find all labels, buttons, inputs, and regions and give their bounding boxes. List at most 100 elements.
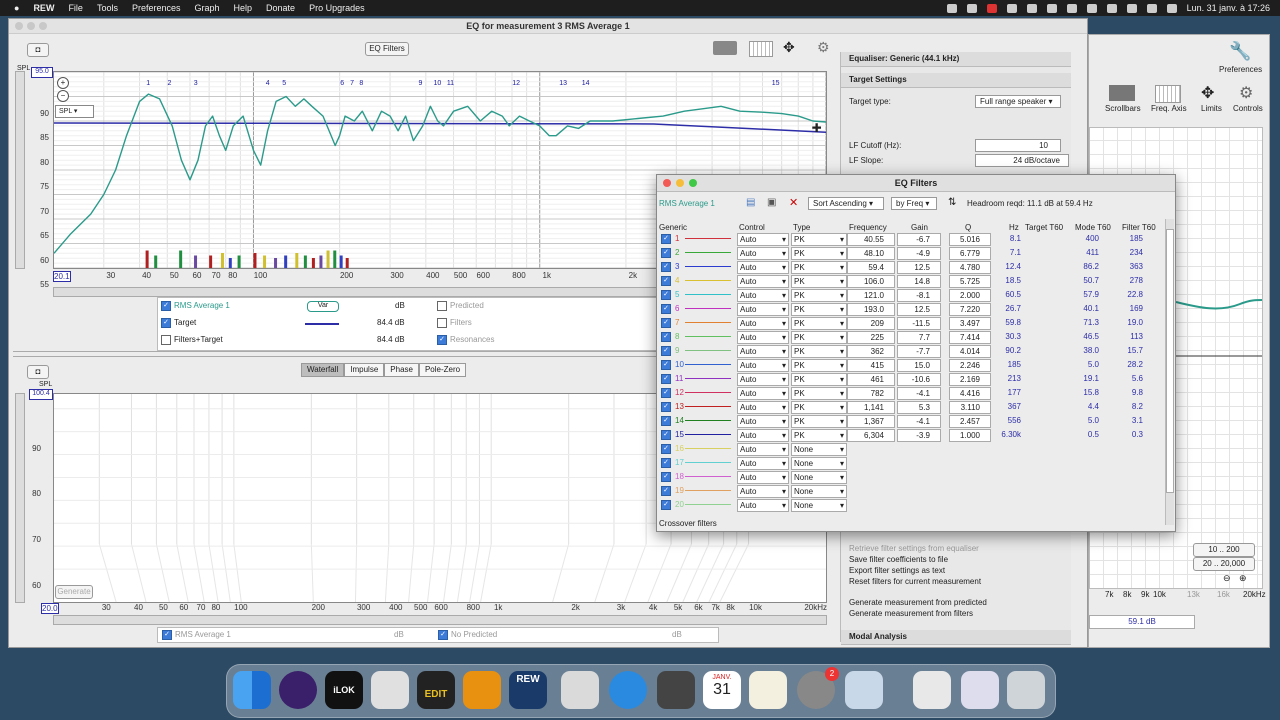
range-20-20000-button[interactable]: 20 .. 20,000 — [1193, 557, 1255, 571]
menu-help[interactable]: Help — [234, 3, 253, 13]
window-thumbnail-icon[interactable] — [961, 671, 999, 709]
menu-donate[interactable]: Donate — [266, 3, 295, 13]
filter-enable-checkbox[interactable]: ✓ — [661, 401, 671, 412]
type-select[interactable]: PK ▾ — [791, 401, 847, 414]
type-select[interactable]: PK ▾ — [791, 261, 847, 274]
frequency-field[interactable]: 48.10 — [847, 247, 895, 260]
gain-field[interactable]: 7.7 — [897, 331, 941, 344]
zoom-in-icon[interactable]: + — [57, 77, 69, 89]
type-select[interactable]: PK ▾ — [791, 415, 847, 428]
calculator-icon[interactable] — [657, 671, 695, 709]
gain-field[interactable]: 12.5 — [897, 261, 941, 274]
horizontal-scrollbar[interactable] — [53, 615, 827, 625]
preferences-icon[interactable]: 🔧 — [1229, 41, 1251, 62]
type-select[interactable]: PK ▾ — [791, 345, 847, 358]
filter-enable-checkbox[interactable]: ✓ — [661, 373, 671, 384]
filter-enable-checkbox[interactable]: ✓ — [661, 415, 671, 426]
type-select[interactable]: PK ▾ — [791, 429, 847, 442]
filter-enable-checkbox[interactable]: ✓ — [661, 331, 671, 342]
target-settings-header[interactable]: Target Settings — [841, 73, 1071, 88]
gain-field[interactable]: -6.7 — [897, 233, 941, 246]
frequency-field[interactable]: 40.55 — [847, 233, 895, 246]
tab-waterfall[interactable]: Waterfall — [301, 363, 345, 377]
type-select[interactable]: PK ▾ — [791, 331, 847, 344]
modal-analysis-header[interactable]: Modal Analysis — [841, 630, 1071, 645]
gain-field[interactable]: -4.1 — [897, 387, 941, 400]
q-field[interactable]: 6.779 — [949, 247, 991, 260]
frequency-field[interactable]: 1,141 — [847, 401, 895, 414]
type-select[interactable]: PK ▾ — [791, 373, 847, 386]
frequency-field[interactable]: 782 — [847, 387, 895, 400]
gain-field[interactable]: -4.1 — [897, 415, 941, 428]
controls-label[interactable]: Controls — [1233, 104, 1263, 113]
legend-rms-average[interactable]: ✓ RMS Average 1 — [161, 301, 230, 311]
rew-icon[interactable]: REW — [509, 671, 547, 709]
type-select[interactable]: PK ▾ — [791, 303, 847, 316]
q-field[interactable]: 5.725 — [949, 275, 991, 288]
type-select[interactable]: PK ▾ — [791, 233, 847, 246]
control-select[interactable]: Auto ▾ — [737, 401, 789, 414]
close-icon[interactable] — [663, 179, 671, 187]
close-icon[interactable] — [15, 22, 23, 30]
legend-resonances[interactable]: ✓ Resonances — [437, 335, 494, 345]
vertical-scrollbar[interactable] — [15, 393, 25, 603]
control-select[interactable]: Auto ▾ — [737, 247, 789, 260]
legend-filters-target[interactable]: Filters+Target — [161, 335, 223, 345]
zoom-icon[interactable] — [689, 179, 697, 187]
frequency-field[interactable]: 6,304 — [847, 429, 895, 442]
zoom-out-icon[interactable]: − — [57, 90, 69, 102]
q-field[interactable]: 1.000 — [949, 429, 991, 442]
clock[interactable]: Lun. 31 janv. à 17:26 — [1187, 3, 1270, 13]
scrollbars-icon[interactable] — [713, 41, 737, 55]
control-select[interactable]: Auto ▾ — [737, 471, 789, 484]
q-field[interactable]: 2.169 — [949, 373, 991, 386]
gain-field[interactable]: -7.7 — [897, 345, 941, 358]
frequency-field[interactable]: 59.4 — [847, 261, 895, 274]
calendar-icon[interactable]: JANV. 31 — [703, 671, 741, 709]
limits-label[interactable]: Limits — [1201, 104, 1222, 113]
sort-select[interactable]: Sort Ascending ▾ — [808, 197, 884, 210]
minimize-icon[interactable] — [27, 22, 35, 30]
checkbox[interactable] — [437, 301, 447, 311]
gain-field[interactable]: 5.3 — [897, 401, 941, 414]
control-select[interactable]: Auto ▾ — [737, 233, 789, 246]
range-10-200-button[interactable]: 10 .. 200 — [1193, 543, 1255, 557]
q-field[interactable]: 4.780 — [949, 261, 991, 274]
q-field[interactable]: 2.000 — [949, 289, 991, 302]
filter-enable-checkbox[interactable]: ✓ — [661, 359, 671, 370]
control-select[interactable]: Auto ▾ — [737, 457, 789, 470]
filter-enable-checkbox[interactable]: ✓ — [661, 485, 671, 496]
music-icon[interactable] — [913, 671, 951, 709]
wifi-icon[interactable] — [1086, 3, 1097, 13]
avid-icon[interactable] — [279, 671, 317, 709]
zoom-in-icon[interactable]: ⊕ — [1239, 573, 1247, 584]
control-select[interactable]: Auto ▾ — [737, 261, 789, 274]
control-select[interactable]: Auto ▾ — [737, 359, 789, 372]
rational-acoustics-icon[interactable] — [463, 671, 501, 709]
vertical-scrollbar[interactable] — [15, 71, 25, 269]
control-center-icon[interactable] — [1166, 3, 1177, 13]
filter-enable-checkbox[interactable]: ✓ — [661, 275, 671, 286]
type-select[interactable]: None ▾ — [791, 457, 847, 470]
checkbox[interactable]: ✓ — [161, 318, 171, 328]
filter-enable-checkbox[interactable]: ✓ — [661, 317, 671, 328]
tab-phase[interactable]: Phase — [384, 363, 419, 377]
frequency-field[interactable]: 193.0 — [847, 303, 895, 316]
type-select[interactable]: None ▾ — [791, 471, 847, 484]
limits-icon[interactable]: ✥ — [1201, 83, 1214, 103]
type-select[interactable]: PK ▾ — [791, 289, 847, 302]
q-field[interactable]: 2.457 — [949, 415, 991, 428]
y-max-field[interactable]: 100.4 — [29, 389, 53, 400]
control-select[interactable]: Auto ▾ — [737, 415, 789, 428]
gain-field[interactable]: -4.9 — [897, 247, 941, 260]
frequency-field[interactable]: 209 — [847, 317, 895, 330]
menu-file[interactable]: File — [68, 3, 83, 13]
gain-field[interactable]: 12.5 — [897, 303, 941, 316]
frequency-field[interactable]: 415 — [847, 359, 895, 372]
type-select[interactable]: None ▾ — [791, 499, 847, 512]
folder-icon[interactable]: ▤ — [746, 197, 755, 208]
gain-field[interactable]: -10.6 — [897, 373, 941, 386]
filter-enable-checkbox[interactable]: ✓ — [661, 387, 671, 398]
filter-enable-checkbox[interactable]: ✓ — [661, 429, 671, 440]
x32-edit-icon[interactable]: EDIT — [417, 671, 455, 709]
